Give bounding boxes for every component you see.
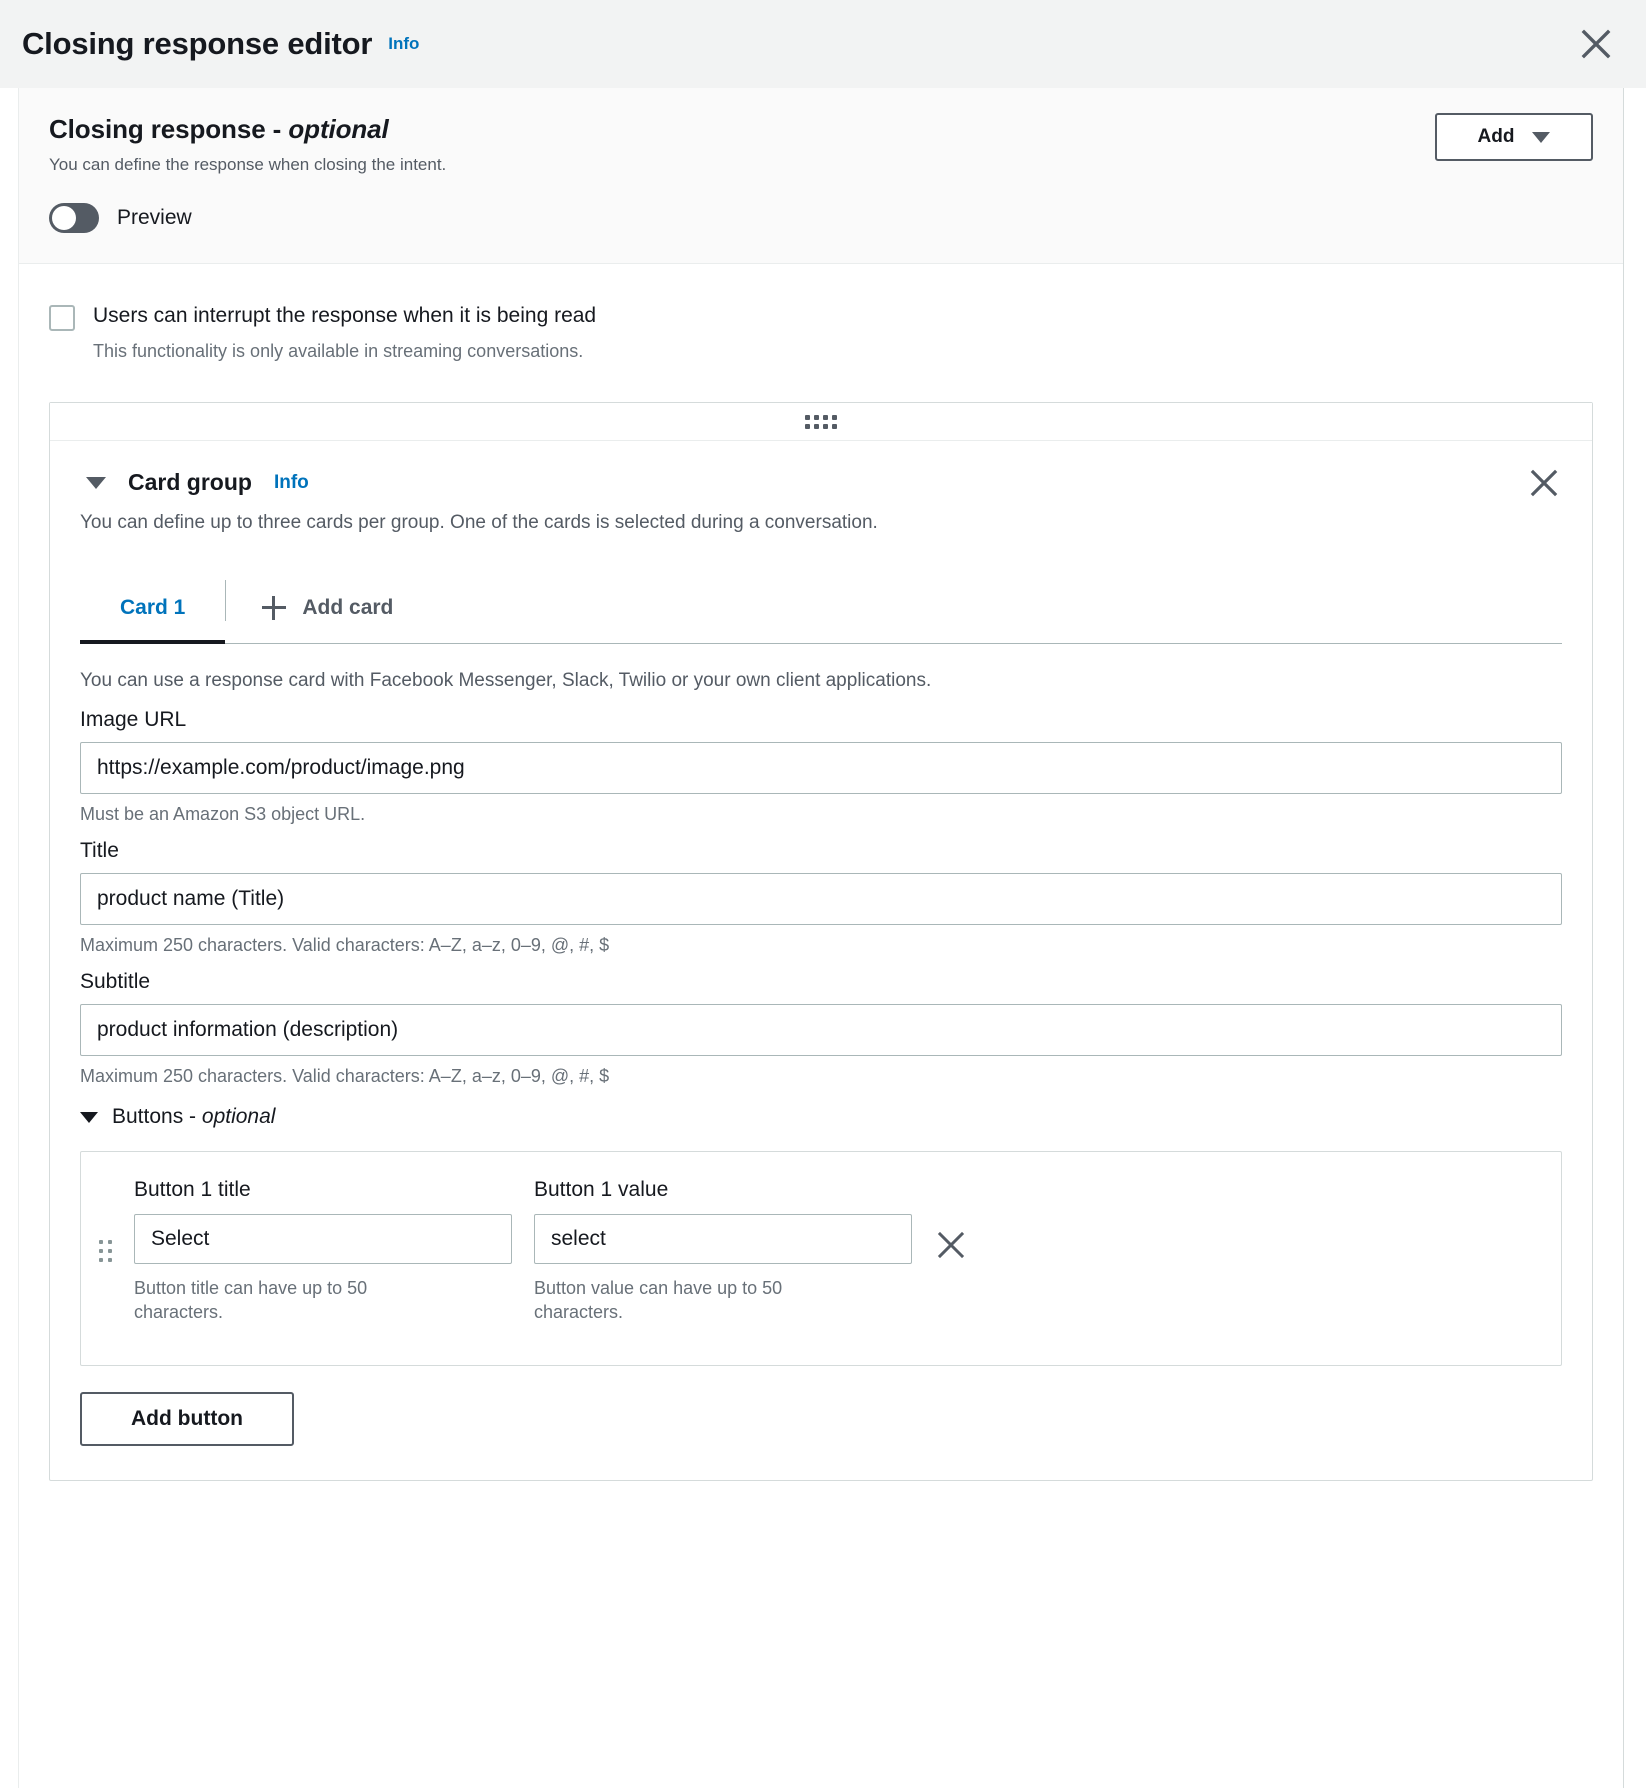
card-group-title: Card group <box>128 469 252 495</box>
closing-response-panel-header: Closing response - optional You can defi… <box>19 88 1623 264</box>
panel-description: You can define the response when closing… <box>49 155 447 174</box>
preview-toggle-row: Preview <box>49 203 1593 233</box>
add-card-label: Add card <box>302 595 394 619</box>
modal-info-link[interactable]: Info <box>388 34 419 54</box>
add-button-button[interactable]: Add button <box>80 1391 294 1446</box>
card-group-drag-handle[interactable] <box>50 403 1592 441</box>
tab-card-1-label: Card 1 <box>120 595 186 619</box>
interrupt-checkbox-row: Users can interrupt the response when it… <box>49 302 1593 331</box>
image-url-label: Image URL <box>80 708 187 731</box>
add-card-button[interactable]: Add card <box>226 572 429 643</box>
chevron-down-icon <box>1532 131 1551 143</box>
card-form: You can use a response card with Faceboo… <box>80 644 1562 1446</box>
button-1-value-label: Button 1 value <box>534 1178 669 1201</box>
button-row-drag-handle-icon[interactable] <box>99 1240 112 1262</box>
button-value-column: Button 1 value Button value can have up … <box>534 1178 912 1339</box>
image-url-hint: Must be an Amazon S3 object URL. <box>80 804 366 824</box>
title-hint: Maximum 250 characters. Valid characters… <box>80 935 610 955</box>
preview-toggle-label: Preview <box>117 206 192 229</box>
interrupt-checkbox-label: Users can interrupt the response when it… <box>93 304 597 327</box>
card-group-header: Card group Info <box>80 469 1562 496</box>
modal-body: Closing response - optional You can defi… <box>18 88 1624 1788</box>
interrupt-checkbox[interactable] <box>49 305 75 331</box>
card-group-body: Card group Info You can define up to thr… <box>50 441 1592 1480</box>
button-1-value-input[interactable] <box>534 1214 912 1264</box>
add-button-label: Add <box>1477 126 1515 147</box>
modal-header: Closing response editor Info <box>0 0 1646 88</box>
panel-heading-main: Closing response - <box>49 114 289 144</box>
card-group-container: Card group Info You can define up to thr… <box>49 402 1593 1481</box>
toggle-knob <box>52 206 76 230</box>
card-tabs: Card 1 Add card <box>80 572 1562 644</box>
card-intro-hint: You can use a response card with Faceboo… <box>80 670 932 691</box>
button-1-title-hint: Button title can have up to 50 character… <box>134 1278 368 1323</box>
buttons-label-optional: optional <box>201 1105 276 1128</box>
title-input[interactable] <box>80 873 1562 925</box>
page-title: Closing response editor <box>22 26 373 61</box>
card-group-close-icon[interactable] <box>1526 465 1562 501</box>
panel-heading-optional: optional <box>288 114 389 144</box>
panel-heading: Closing response - optional <box>49 114 1593 145</box>
card-group-info-link[interactable]: Info <box>274 472 309 494</box>
drag-handle-icon <box>805 414 837 429</box>
close-icon[interactable] <box>1574 22 1618 66</box>
interrupt-hint: This functionality is only available in … <box>93 341 584 361</box>
image-url-input[interactable] <box>80 742 1562 794</box>
plus-icon <box>262 595 287 620</box>
subtitle-label: Subtitle <box>80 970 151 993</box>
button-row: Button 1 title Button title can have up … <box>80 1151 1562 1366</box>
card-group-description: You can define up to three cards per gro… <box>80 512 878 533</box>
title-label: Title <box>80 839 119 862</box>
triangle-down-icon[interactable] <box>86 476 106 489</box>
buttons-triangle-down-icon[interactable] <box>80 1111 98 1123</box>
button-1-value-hint: Button value can have up to 50 character… <box>534 1278 783 1323</box>
buttons-label-main: Buttons - <box>112 1105 202 1128</box>
buttons-section-header: Buttons - optional <box>80 1105 1562 1129</box>
subtitle-input[interactable] <box>80 1004 1562 1056</box>
button-1-title-label: Button 1 title <box>134 1178 251 1201</box>
tab-card-1[interactable]: Card 1 <box>80 572 226 644</box>
add-button[interactable]: Add <box>1435 113 1593 161</box>
subtitle-hint: Maximum 250 characters. Valid characters… <box>80 1066 610 1086</box>
panel-content: Users can interrupt the response when it… <box>19 264 1623 1481</box>
remove-button-row-icon[interactable] <box>934 1228 968 1262</box>
button-title-column: Button 1 title Button title can have up … <box>134 1178 512 1339</box>
preview-toggle[interactable] <box>49 203 99 233</box>
button-1-title-input[interactable] <box>134 1214 512 1264</box>
buttons-section-label: Buttons - optional <box>112 1105 275 1129</box>
